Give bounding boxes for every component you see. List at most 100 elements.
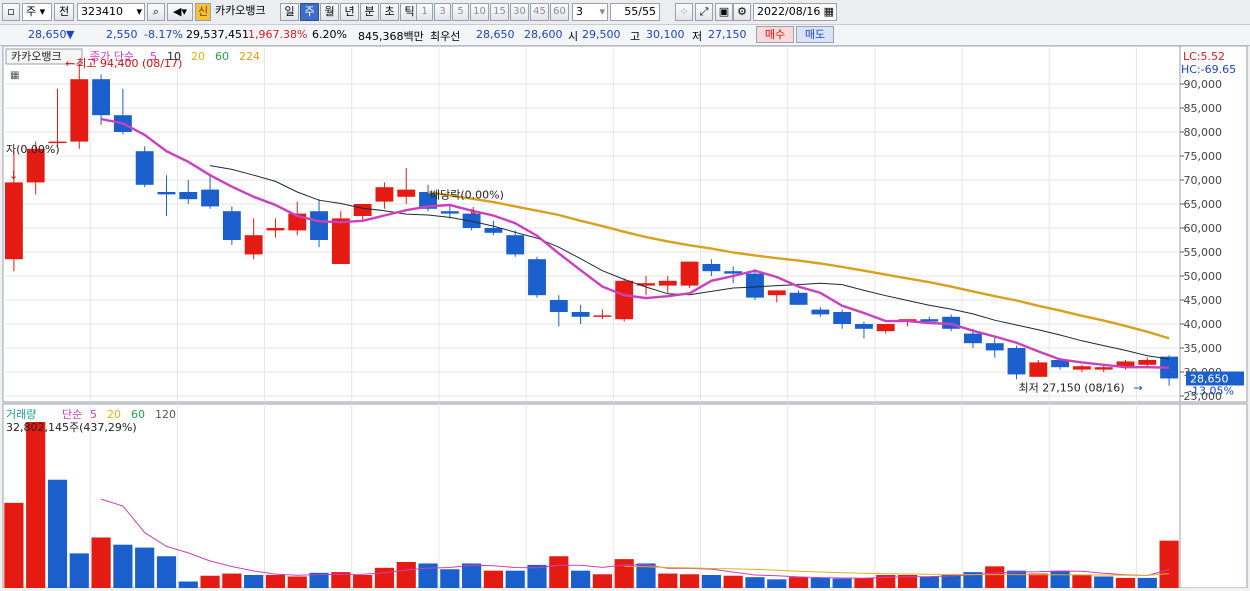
period-tab-5[interactable]: 초 bbox=[380, 3, 399, 21]
y-tick-label: 80,000 bbox=[1184, 126, 1223, 139]
y-tick-label: 90,000 bbox=[1184, 78, 1223, 91]
volume-bar bbox=[200, 575, 220, 588]
candle-body bbox=[658, 280, 677, 286]
volume-bar bbox=[113, 544, 133, 588]
candle-body bbox=[440, 211, 459, 214]
legend-period: 224 bbox=[239, 50, 260, 63]
expand-icon[interactable]: ⤢ bbox=[695, 3, 713, 21]
price-change: 2,550 bbox=[106, 28, 138, 41]
period-select[interactable]: 주 ▾ bbox=[22, 3, 52, 21]
volume-bar bbox=[418, 563, 438, 588]
volume-bar bbox=[679, 574, 700, 588]
volume-bar bbox=[658, 573, 678, 588]
search-icon[interactable]: ⌕ bbox=[147, 3, 165, 21]
volume-bar bbox=[571, 570, 591, 588]
ask-price: 28,650 bbox=[476, 28, 515, 41]
candle-body bbox=[855, 324, 873, 329]
candle-body bbox=[506, 235, 525, 255]
volume-bar bbox=[396, 562, 416, 588]
volume-bar bbox=[440, 569, 460, 588]
period-tab-4[interactable]: 분 bbox=[360, 3, 379, 21]
stock-title: 카카오뱅크 bbox=[11, 50, 62, 63]
stock-name: 카카오뱅크 bbox=[215, 4, 266, 17]
stock-code-input[interactable]: 323410 ▾ bbox=[77, 3, 145, 21]
candle-body bbox=[985, 343, 1004, 351]
candle-body bbox=[484, 228, 503, 233]
candle-body bbox=[244, 235, 263, 255]
candle-body bbox=[1094, 367, 1113, 370]
volume-bar bbox=[156, 556, 177, 588]
volume-bar bbox=[1050, 570, 1070, 588]
volume-bar bbox=[69, 553, 89, 588]
interval-button-7[interactable]: 60 bbox=[550, 3, 569, 21]
candle-body bbox=[201, 189, 220, 207]
high-label: 고 bbox=[630, 30, 641, 43]
candle-body bbox=[833, 312, 852, 324]
volume-bar bbox=[985, 566, 1005, 588]
candle-body bbox=[811, 309, 830, 315]
save-icon[interactable]: ▣ bbox=[715, 3, 733, 21]
volume-legend-period: 5 bbox=[90, 408, 97, 421]
grid-icon[interactable]: ⁘ bbox=[675, 3, 693, 21]
prev-button[interactable]: 전 bbox=[54, 3, 74, 21]
hc-label: HC:-69.65 bbox=[1181, 63, 1236, 76]
volume-bar bbox=[265, 575, 286, 588]
candle-body bbox=[1007, 348, 1026, 375]
period-tab-0[interactable]: 일 bbox=[280, 3, 299, 21]
window-icon[interactable]: ▫ bbox=[2, 3, 20, 21]
period-tab-2[interactable]: 월 bbox=[320, 3, 339, 21]
count-select[interactable]: 3 ▾ bbox=[572, 3, 608, 21]
y-tick-label: 75,000 bbox=[1184, 150, 1223, 163]
period-tab-3[interactable]: 년 bbox=[340, 3, 359, 21]
volume-bar bbox=[767, 579, 787, 588]
candle-body bbox=[593, 315, 612, 317]
date-value: 2022/08/16 bbox=[757, 5, 821, 18]
candle-body bbox=[179, 192, 198, 200]
current-price: 28,650 bbox=[28, 28, 67, 41]
interval-button-4[interactable]: 15 bbox=[490, 3, 509, 21]
interval-button-2[interactable]: 5 bbox=[452, 3, 469, 21]
candle-body bbox=[963, 333, 982, 344]
interval-button-3[interactable]: 10 bbox=[470, 3, 489, 21]
interval-button-0[interactable]: 1 bbox=[416, 3, 433, 21]
down-arrow-icon: ▼ bbox=[66, 28, 75, 41]
candle-body bbox=[571, 312, 590, 317]
volume-title: 거래량 bbox=[6, 408, 36, 421]
y-tick-label: 60,000 bbox=[1184, 222, 1223, 235]
volume-bar bbox=[353, 575, 373, 588]
y-tick-label: 65,000 bbox=[1184, 198, 1223, 211]
stock-chart: 90,000 85,000 80,000 75,000 70,000 65,000 60,0… bbox=[2, 45, 1248, 589]
calendar-icon: ▦ bbox=[823, 5, 834, 18]
volume-legend-prefix: 단순 bbox=[62, 408, 82, 421]
new-badge: 신 bbox=[195, 3, 211, 21]
buy-button[interactable]: 매수 bbox=[756, 26, 794, 43]
candle-body bbox=[746, 273, 764, 298]
speaker-icon[interactable]: ◀▾ bbox=[167, 3, 193, 21]
candle-body bbox=[310, 211, 328, 240]
interval-button-1[interactable]: 3 bbox=[434, 3, 451, 21]
y-tick-label: 85,000 bbox=[1184, 102, 1223, 115]
volume-bar bbox=[244, 575, 264, 588]
volume-bar bbox=[1159, 540, 1179, 588]
volume-bar bbox=[614, 559, 634, 588]
open-label: 시 bbox=[568, 30, 579, 43]
volume-legend-period: 20 bbox=[107, 408, 121, 421]
volume-bar bbox=[91, 537, 111, 588]
candle-body bbox=[1138, 360, 1157, 365]
interval-button-5[interactable]: 30 bbox=[510, 3, 529, 21]
volume-bar bbox=[1006, 570, 1027, 588]
interval-button-6[interactable]: 45 bbox=[530, 3, 549, 21]
sell-button[interactable]: 매도 bbox=[796, 26, 834, 43]
volume-bar bbox=[919, 576, 939, 588]
volume-bar bbox=[941, 575, 961, 588]
candle-body bbox=[920, 319, 939, 322]
date-field[interactable]: 2022/08/16 ▦ bbox=[753, 3, 837, 21]
candle-body bbox=[549, 300, 568, 312]
candle-body bbox=[528, 259, 546, 296]
volume-bar bbox=[832, 578, 852, 588]
volume-bar bbox=[854, 577, 874, 588]
period-tab-1[interactable]: 주 bbox=[300, 3, 319, 21]
gear-icon[interactable]: ⚙ bbox=[733, 3, 751, 21]
lc-label: LC:5.52 bbox=[1183, 50, 1225, 63]
volume-bar bbox=[222, 573, 242, 588]
